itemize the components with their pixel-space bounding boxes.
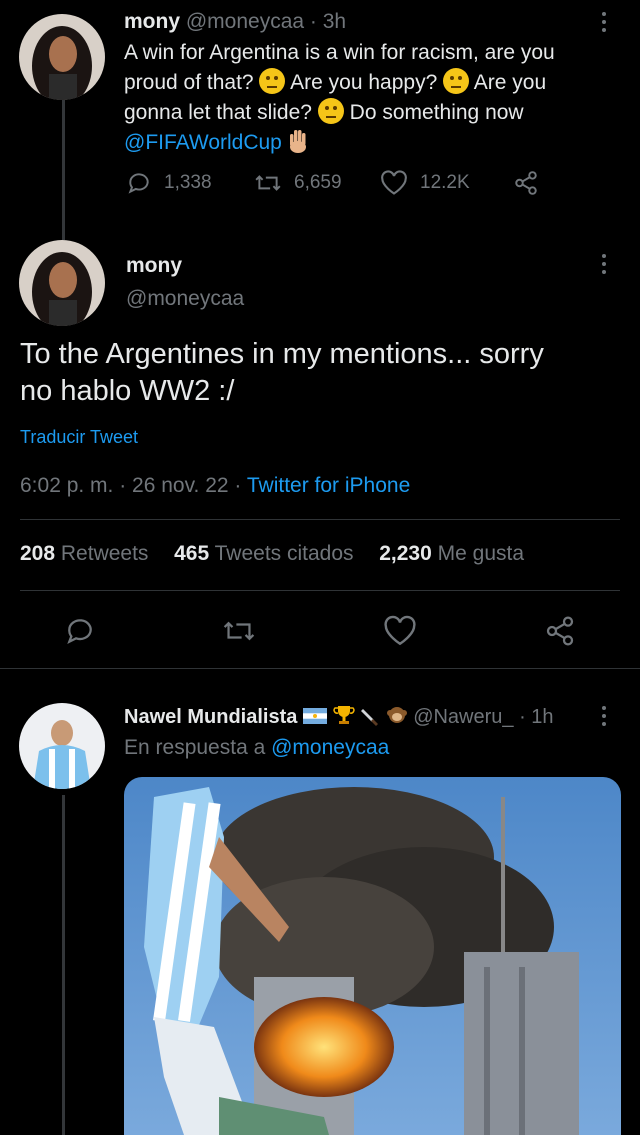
divider [0,668,640,669]
retweet-count: 6,659 [294,172,342,193]
heart-icon [381,170,407,195]
retweets-stat[interactable]: 208 Retweets [20,542,148,565]
retweet-button[interactable]: 6,659 [254,170,342,196]
tweet-timestamp: 6:02 p. m. · 26 nov. 22 · [20,474,247,497]
avatar-image [19,240,105,326]
divider [20,590,620,591]
avatar-image [19,14,105,100]
tweet-time: · 3h [309,10,347,33]
knife-icon [361,709,379,726]
quotes-stat[interactable]: 465 Tweets citados [174,542,353,565]
like-button[interactable] [383,615,417,652]
avatar[interactable] [19,703,105,789]
like-button[interactable]: 12.2K [380,170,470,196]
share-icon [515,171,537,195]
mention-link[interactable]: @FIFAWorldCup [124,131,282,154]
tweet-text: To the Argentines in my mentions... sorr… [20,338,544,407]
tweet-time: · 1h [519,706,554,728]
tweet-author-name[interactable]: mony [124,10,180,33]
tweet-media-image[interactable] [124,777,621,1135]
tweet-stats: 208 Retweets 465 Tweets citados 2,230 Me… [20,542,524,566]
likes-stat[interactable]: 2,230 Me gusta [379,542,524,565]
photo-soccer-player-towers [124,777,621,1135]
avatar[interactable] [19,14,105,100]
thread-line [62,795,65,1135]
tweet-author-name[interactable]: mony [126,254,182,278]
tweet-source-link[interactable]: Twitter for iPhone [247,474,410,497]
more-options-icon[interactable] [601,254,607,274]
tweet-author-handle[interactable]: @moneycaa [126,287,244,311]
retweet-button[interactable] [222,615,256,652]
reply-count: 1,338 [164,172,212,193]
reply-icon [67,619,92,644]
tweet-text: A win for Argentina is a win for racism,… [124,41,555,154]
thinking-face-emoji-icon [259,68,286,94]
raised-hand-icon [289,130,306,153]
heart-icon [384,615,416,646]
more-options-icon[interactable] [601,706,607,726]
more-options-icon[interactable] [601,12,607,32]
divider [20,519,620,520]
thread-line [62,100,65,240]
retweet-icon [223,621,255,641]
monkey-icon [386,707,407,723]
thinking-face-emoji-icon [443,68,470,94]
reply-button[interactable] [64,615,96,652]
trophy-icon [332,706,355,724]
thinking-face-emoji-icon [317,98,344,124]
retweet-icon [255,175,281,191]
share-button[interactable] [512,170,540,201]
tweet-author-handle[interactable]: @moneycaa [186,10,304,33]
share-icon [546,616,574,646]
avatar[interactable] [19,240,105,326]
argentina-flag-icon [302,708,327,724]
translate-tweet-link[interactable]: Traducir Tweet [20,427,138,448]
reply-button[interactable]: 1,338 [126,170,212,196]
reply-icon [128,173,149,194]
tweet-author-name[interactable]: Nawel Mundialista [124,706,297,728]
reply-to-mention-link[interactable]: @moneycaa [271,736,389,759]
tweet-author-handle[interactable]: @Naweru_ [413,706,513,728]
avatar-image [19,703,105,789]
reply-context-label: En respuesta a [124,736,266,759]
like-count: 12.2K [420,172,470,193]
share-button[interactable] [543,615,577,652]
